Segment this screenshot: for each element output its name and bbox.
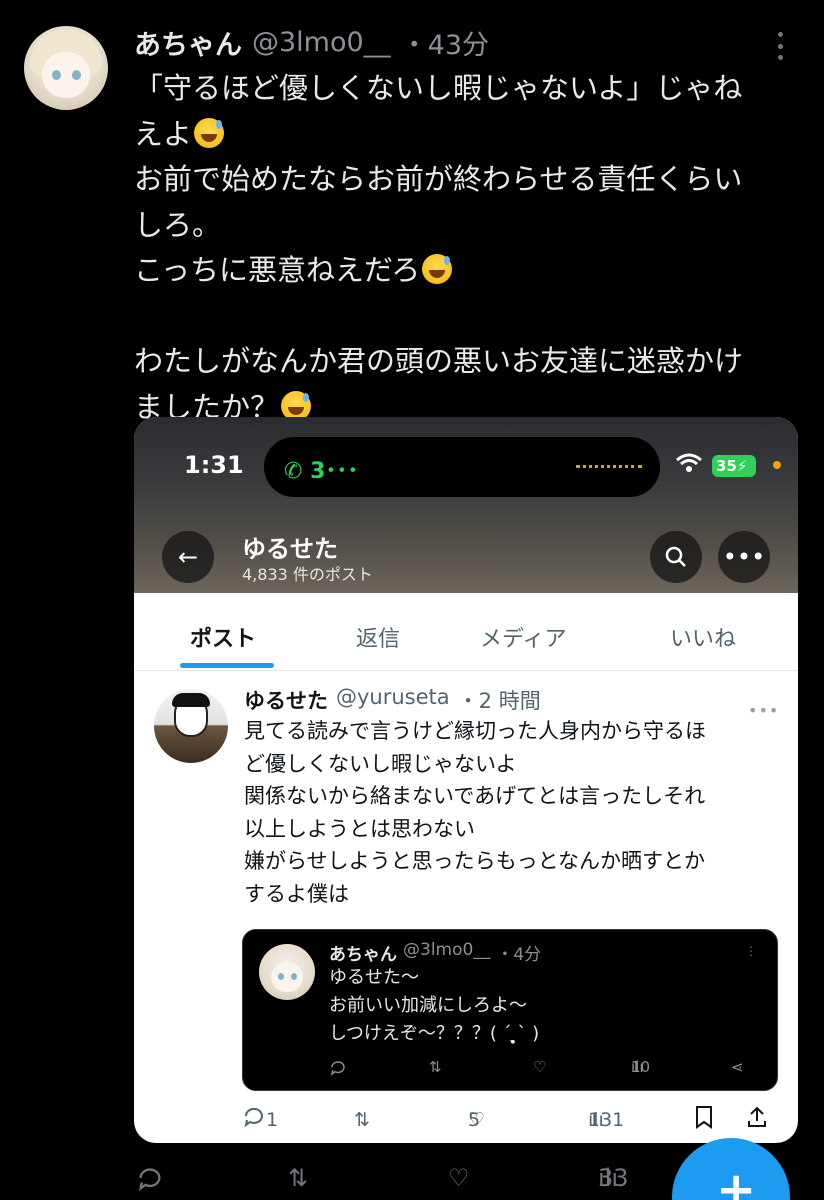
repost-icon[interactable]: ⇅ bbox=[429, 1058, 442, 1076]
battery-level: 35 bbox=[716, 457, 737, 475]
ellipsis-icon: ••• bbox=[722, 543, 766, 571]
more-options-icon[interactable] bbox=[774, 32, 786, 60]
call-indicator: ✆ 3･･･ bbox=[284, 453, 358, 485]
timestamp[interactable]: ・43分 bbox=[401, 23, 489, 62]
tab-posts[interactable]: ポスト bbox=[190, 621, 256, 653]
reply-icon bbox=[138, 1168, 161, 1192]
display-name[interactable]: あちゃん bbox=[329, 940, 397, 965]
tweet-line: お前で始めたならお前が終わらせる責任くらい bbox=[134, 162, 743, 196]
post-header: ゆるせた @yuruseta ・2 時間 bbox=[244, 685, 541, 715]
post-text: 見てる読みで言うけど縁切った人身内から守るほ ど優しくないし暇じゃないよ 関係な… bbox=[244, 715, 784, 910]
tweet-line: 「守るほど優しくないし暇じゃないよ」じゃね bbox=[134, 71, 743, 105]
views-count: 33 bbox=[598, 1164, 629, 1192]
avatar-eye bbox=[291, 973, 297, 980]
quoted-post-header: あちゃん @3lmo0__ ・4分 bbox=[329, 940, 541, 965]
reply-count: 1 bbox=[266, 1109, 279, 1131]
profile-tabs: ポスト 返信 メディア いいね bbox=[134, 593, 798, 671]
timestamp[interactable]: ・2 時間 bbox=[458, 685, 541, 715]
post-line: 関係ないから絡まないであげてとは言ったしそれ bbox=[244, 784, 706, 808]
wifi-icon bbox=[676, 453, 702, 472]
post-line: 見てる読みで言うけど縁切った人身内から守るほ bbox=[244, 719, 706, 743]
repost-icon: ⇅ bbox=[354, 1109, 370, 1131]
tweet-line: こっちに悪意ねえだろ bbox=[134, 248, 794, 294]
attached-screenshot-image[interactable]: 1:31 ✆ 3･･･ 35⚡ ← ゆるせた 4,833 件のポスト ••• ポ… bbox=[134, 417, 798, 1143]
tweet-line: えよ bbox=[134, 112, 794, 158]
active-tab-indicator bbox=[180, 663, 274, 668]
dynamic-island: ✆ 3･･･ bbox=[264, 437, 660, 497]
avatar-eye bbox=[52, 70, 61, 80]
tab-likes[interactable]: いいね bbox=[670, 621, 736, 653]
compose-button[interactable]: + bbox=[672, 1138, 790, 1200]
search-button[interactable] bbox=[650, 531, 702, 583]
timestamp[interactable]: ・4分 bbox=[496, 940, 541, 965]
tab-media[interactable]: メディア bbox=[480, 621, 566, 653]
quoted-line: しつけえぞ〜？？？( ˊ ̖̥̣̥̥ˋ ) bbox=[329, 1023, 540, 1044]
post-action-bar: 1 ⇅ ♡ 5 ılı 131 bbox=[134, 1101, 798, 1141]
plus-icon: + bbox=[716, 1162, 757, 1200]
grinning-sweat-emoji-icon bbox=[281, 390, 312, 421]
views-count: 10 bbox=[631, 1058, 651, 1076]
quoted-post[interactable]: あちゃん @3lmo0__ ・4分 ⋮ ゆるせた〜 お前いい加減にしろよ〜 しつ… bbox=[242, 929, 778, 1091]
share-icon[interactable]: ⋖ bbox=[731, 1058, 744, 1076]
tweet-line bbox=[134, 294, 794, 340]
call-count: 3･･･ bbox=[310, 459, 359, 484]
reply-icon bbox=[244, 1107, 263, 1128]
arrow-left-icon: ← bbox=[177, 543, 199, 571]
battery-icon: 35⚡ bbox=[712, 455, 756, 477]
profile-name: ゆるせた bbox=[242, 535, 338, 563]
quoted-line: ゆるせた〜 bbox=[329, 967, 419, 988]
post-line: 嫌がらせしようと思ったらもっとなんか晒すとか bbox=[244, 849, 705, 873]
phone-icon: ✆ bbox=[284, 459, 303, 484]
quoted-post-text: ゆるせた〜 お前いい加減にしろよ〜 しつけえぞ〜？？？( ˊ ̖̥̣̥̥ˋ ) bbox=[329, 964, 539, 1048]
like-count: 5 bbox=[468, 1109, 481, 1131]
share-icon[interactable] bbox=[746, 1105, 768, 1129]
avatar-face bbox=[271, 962, 303, 992]
repost-icon: ⇅ bbox=[288, 1164, 309, 1192]
handle[interactable]: @3lmo0__ bbox=[403, 940, 490, 965]
bookmark-icon[interactable] bbox=[694, 1105, 714, 1129]
search-icon bbox=[665, 546, 686, 567]
post-count: 4,833 件のポスト bbox=[242, 565, 373, 584]
tab-replies[interactable]: 返信 bbox=[356, 621, 400, 653]
reply-button[interactable]: 1 bbox=[242, 1105, 278, 1131]
avatar[interactable] bbox=[259, 944, 315, 1000]
more-options-icon[interactable]: ⋮ bbox=[745, 944, 757, 958]
avatar[interactable] bbox=[24, 26, 108, 110]
reply-button[interactable] bbox=[136, 1164, 164, 1193]
tweet-text: 「守るほど優しくないし暇じゃないよ」じゃね えよ お前で始めたならお前が終わらせ… bbox=[134, 66, 794, 430]
tweet-line: わたしがなんか君の頭の悪いお友達に迷惑かけ bbox=[134, 344, 744, 378]
grinning-sweat-emoji-icon bbox=[194, 117, 225, 148]
tweet-header: あちゃん @3lmo0__ ・43分 bbox=[134, 23, 489, 62]
tweet-line: しろ。 bbox=[134, 207, 222, 242]
handle[interactable]: @yuruseta bbox=[336, 685, 450, 715]
back-button[interactable]: ← bbox=[162, 531, 214, 583]
display-name[interactable]: ゆるせた bbox=[244, 685, 328, 715]
views-count: 131 bbox=[588, 1109, 625, 1131]
post-line: するよ僕は bbox=[244, 881, 349, 906]
grinning-sweat-emoji-icon bbox=[422, 254, 453, 284]
avatar-eye bbox=[278, 973, 284, 980]
reply-icon[interactable] bbox=[329, 1058, 347, 1077]
quoted-line: お前いい加減にしろよ〜 bbox=[329, 995, 527, 1016]
heart-icon: ♡ bbox=[448, 1164, 470, 1192]
avatar-eye bbox=[72, 70, 81, 80]
avatar-face bbox=[42, 52, 90, 98]
audio-wave-icon bbox=[576, 465, 642, 469]
profile-banner: 1:31 ✆ 3･･･ 35⚡ ← ゆるせた 4,833 件のポスト ••• bbox=[134, 417, 798, 593]
display-name[interactable]: あちゃん bbox=[134, 23, 242, 62]
status-time: 1:31 bbox=[184, 451, 244, 479]
post-line: ど優しくないし暇じゃないよ bbox=[244, 751, 517, 776]
post-line: 以上しようとは思わない bbox=[244, 816, 475, 841]
like-icon[interactable]: ♡ bbox=[533, 1058, 546, 1076]
quoted-action-bar: ⇅ ♡ ılı 10 ⋖ bbox=[243, 1058, 779, 1082]
avatar-hair bbox=[172, 693, 210, 707]
avatar[interactable] bbox=[154, 689, 228, 763]
more-button[interactable]: ••• bbox=[718, 531, 770, 583]
handle[interactable]: @3lmo0__ bbox=[252, 27, 391, 58]
privacy-indicator-dot bbox=[773, 461, 781, 469]
